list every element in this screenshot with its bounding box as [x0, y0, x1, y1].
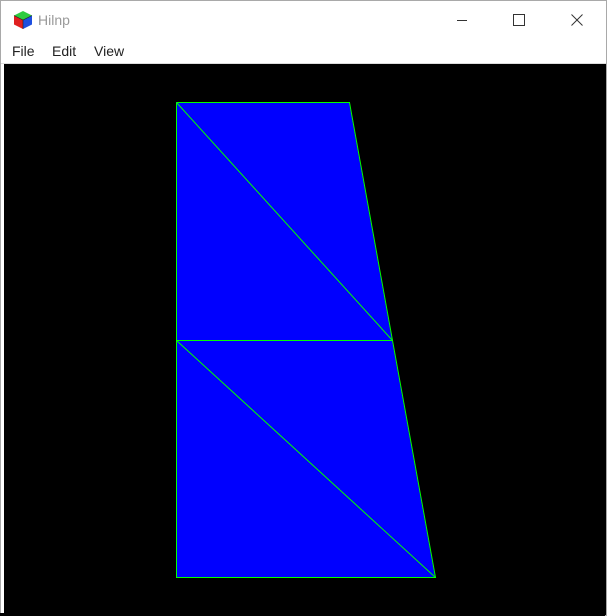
rgb-cube-icon — [13, 11, 33, 29]
close-icon — [571, 14, 583, 26]
menu-view[interactable]: View — [93, 43, 125, 59]
menu-file[interactable]: File — [11, 43, 36, 59]
render-viewport[interactable] — [4, 64, 606, 615]
minimize-button[interactable] — [433, 1, 491, 39]
mesh-canvas — [176, 102, 437, 578]
maximize-button[interactable] — [490, 1, 548, 39]
close-button[interactable] — [548, 1, 606, 39]
window-title: Hilnp — [38, 12, 70, 28]
mesh-fill — [176, 102, 435, 577]
app-window: Hilnp File Edit View — [0, 0, 607, 616]
menu-bar: File Edit View — [1, 39, 606, 64]
menu-edit[interactable]: Edit — [51, 43, 77, 59]
title-bar[interactable]: Hilnp — [1, 1, 606, 39]
minimize-icon — [457, 20, 467, 21]
maximize-icon — [513, 14, 525, 26]
